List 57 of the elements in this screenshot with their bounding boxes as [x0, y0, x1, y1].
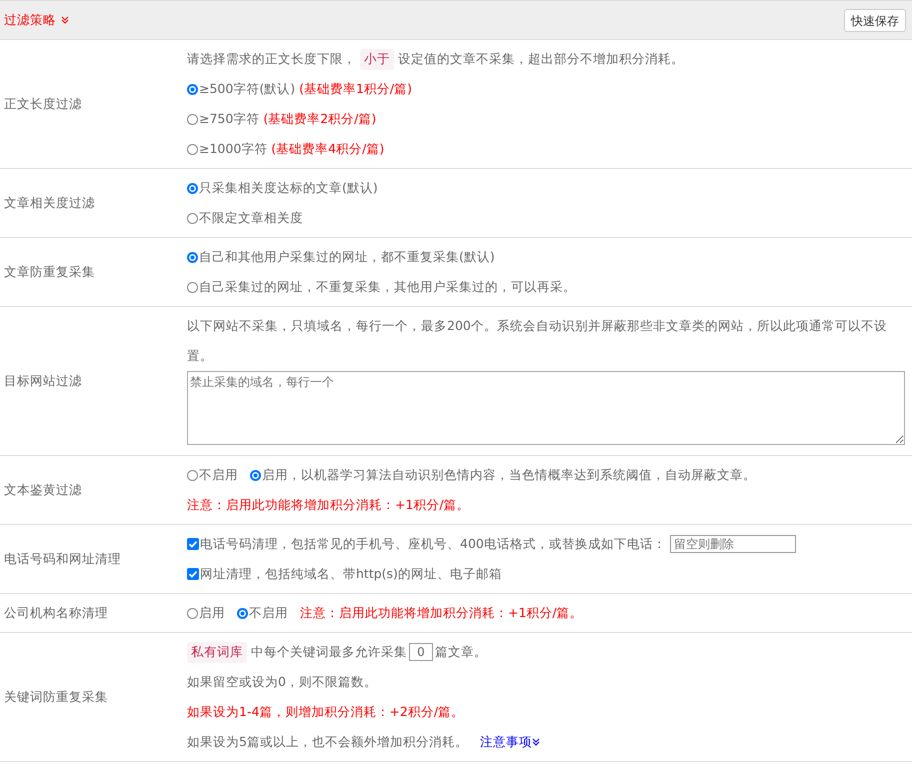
phone-input-field[interactable]: 留空则删除 — [670, 535, 796, 553]
rate-note: (基础费率1积分/篇) — [299, 80, 412, 98]
radio-button[interactable] — [187, 252, 198, 262]
rate-note: (基础费率2积分/篇) — [263, 110, 376, 128]
checkbox-label[interactable]: 网址清理，包括纯域名、带http(s)的网址、电子邮箱 — [200, 566, 502, 582]
option-label[interactable]: 不限定文章相关度 — [199, 210, 303, 226]
domain-input-field[interactable]: 禁止采集的域名，每行一个 — [187, 371, 905, 445]
hint-text: 篇文章。 — [435, 644, 487, 660]
hint-text: 中每个关键词最多允许采集 — [251, 644, 407, 660]
checkbox-label[interactable]: 电话号码清理，包括常见的手机号、座机号、400电话格式，或替换成如下电话： — [200, 536, 666, 552]
setting-label: 正文长度过滤 — [3, 96, 83, 112]
setting-label: 关键词防重复采集 — [3, 688, 109, 706]
radio-button[interactable] — [187, 282, 198, 292]
setting-label: 目标网站过滤 — [3, 372, 83, 390]
hint-text: 如果留空或设为0，则不限篇数。 — [187, 673, 377, 691]
radio-button[interactable] — [187, 212, 198, 224]
hint-text: 如果设为5篇或以上，也不会额外增加积分消耗。 — [187, 733, 468, 751]
option-label[interactable]: 不启用 — [199, 466, 238, 484]
radio-button[interactable] — [187, 608, 198, 618]
option-label[interactable]: ≥750字符 — [199, 110, 260, 128]
checkbox[interactable] — [187, 568, 199, 580]
setting-label: 文章防重复采集 — [3, 264, 96, 280]
setting-label: 电话号码和网址清理 — [3, 550, 122, 568]
hint-text: 设定值的文章不采集，超出部分不增加积分消耗。 — [398, 50, 684, 68]
section-title[interactable]: 过滤策略 — [4, 12, 56, 28]
warning-text: 如果设为1-4篇，则增加积分消耗：+2积分/篇。 — [187, 704, 464, 720]
radio-button[interactable] — [250, 470, 261, 480]
checkbox[interactable] — [187, 538, 199, 550]
hint-text: 以下网站不采集，只填域名，每行一个，最多200个。系统会自动识别并屏蔽那些非文章类的网站，所以此项通常可以不设置。 — [187, 317, 888, 365]
option-label[interactable]: ≥500字符(默认) — [199, 80, 296, 98]
radio-button[interactable] — [187, 114, 198, 124]
setting-label: 文章相关度过滤 — [3, 194, 96, 212]
quick-save-button[interactable]: 快速保存 — [844, 8, 906, 32]
keyword-library-tag: 私有词库 — [187, 642, 247, 662]
warning-text: 注意：启用此功能将增加积分消耗：+1积分/篇。 — [187, 496, 470, 514]
option-label[interactable]: 不启用 — [249, 604, 288, 622]
setting-label: 公司机构名称清理 — [3, 604, 109, 622]
radio-button[interactable] — [187, 144, 198, 154]
option-label[interactable]: 启用，以机器学习算法自动识别色情内容，当色情概率达到系统阈值，自动屏蔽文章。 — [262, 466, 756, 484]
double-chevron-icon — [532, 738, 540, 746]
setting-label: 文本鉴黄过滤 — [3, 482, 83, 498]
highlight-tag: 小于 — [360, 48, 394, 70]
option-label[interactable]: ≥1000字符 — [199, 140, 268, 158]
option-label[interactable]: 只采集相关度达标的文章(默认) — [199, 180, 378, 196]
double-chevron-icon[interactable] — [61, 16, 69, 24]
radio-button[interactable] — [187, 84, 198, 94]
radio-button[interactable] — [237, 608, 248, 618]
notes-link[interactable]: 注意事项 — [480, 734, 532, 750]
hint-text: 请选择需求的正文长度下限， — [187, 50, 356, 68]
radio-button[interactable] — [187, 182, 198, 194]
warning-text: 注意：启用此功能将增加积分消耗：+1积分/篇。 — [300, 604, 583, 622]
radio-button[interactable] — [187, 470, 198, 480]
option-label[interactable]: 自己采集过的网址，不重复采集，其他用户采集过的，可以再采。 — [199, 278, 576, 296]
count-input-field[interactable]: 0 — [409, 643, 433, 661]
option-label[interactable]: 自己和其他用户采集过的网址，都不重复采集(默认) — [199, 248, 495, 266]
rate-note: (基础费率4积分/篇) — [271, 140, 384, 158]
option-label[interactable]: 启用 — [199, 604, 225, 622]
